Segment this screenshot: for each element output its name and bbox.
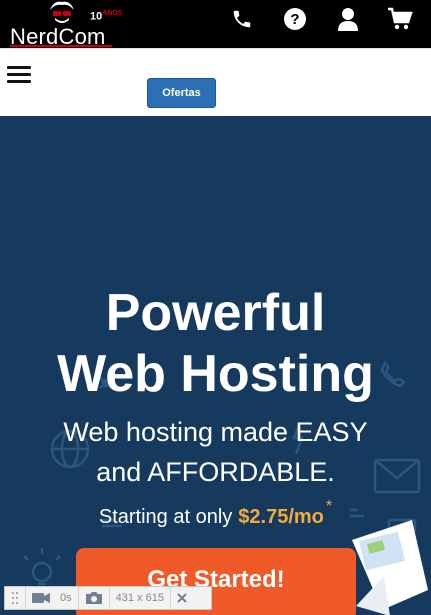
top-header: 10ANOS NerdCom ?	[0, 0, 431, 49]
drag-handle-icon[interactable]	[5, 587, 26, 609]
price-value: $2.75/mo	[238, 506, 324, 528]
cart-icon[interactable]	[387, 6, 413, 32]
price-prefix: Starting at only	[98, 506, 233, 528]
starting-price: Starting at only $2.75/mo *	[0, 498, 431, 529]
logo-underline	[10, 45, 112, 47]
hero-subtitle-line2: and AFFORDABLE.	[96, 457, 335, 487]
record-video-button[interactable]: 0s	[26, 587, 79, 609]
svg-text:?: ?	[290, 11, 299, 28]
menu-hamburger-icon[interactable]	[7, 66, 31, 84]
hero-subtitle-line1: Web hosting made EASY	[63, 417, 368, 447]
offers-button[interactable]: Ofertas	[147, 78, 216, 108]
camera-icon	[85, 592, 102, 604]
video-camera-icon	[32, 593, 50, 603]
nerdcom-logo[interactable]: 10ANOS NerdCom	[6, 0, 122, 49]
close-icon	[177, 593, 187, 603]
hero-title-line2: Web Hosting	[57, 345, 374, 403]
user-icon[interactable]	[335, 6, 361, 32]
record-timer: 0s	[60, 592, 72, 604]
nerd-face-icon	[50, 1, 74, 23]
price-footnote-mark: *	[325, 498, 333, 515]
phone-icon[interactable]	[229, 6, 255, 32]
sub-navigation: Ofertas	[0, 48, 431, 116]
screenshot-button[interactable]	[79, 587, 110, 609]
close-toolbar-button[interactable]	[171, 587, 193, 609]
help-icon[interactable]: ?	[282, 6, 308, 32]
hero-section: Powerful Web Hosting Web hosting made EA…	[0, 116, 431, 615]
viewport-size: 431 x 615	[110, 587, 171, 609]
dev-toolbar: 0s 431 x 615	[4, 586, 212, 610]
hero-title-line1: Powerful	[105, 284, 326, 342]
anniversary-badge: 10ANOS	[90, 10, 123, 23]
